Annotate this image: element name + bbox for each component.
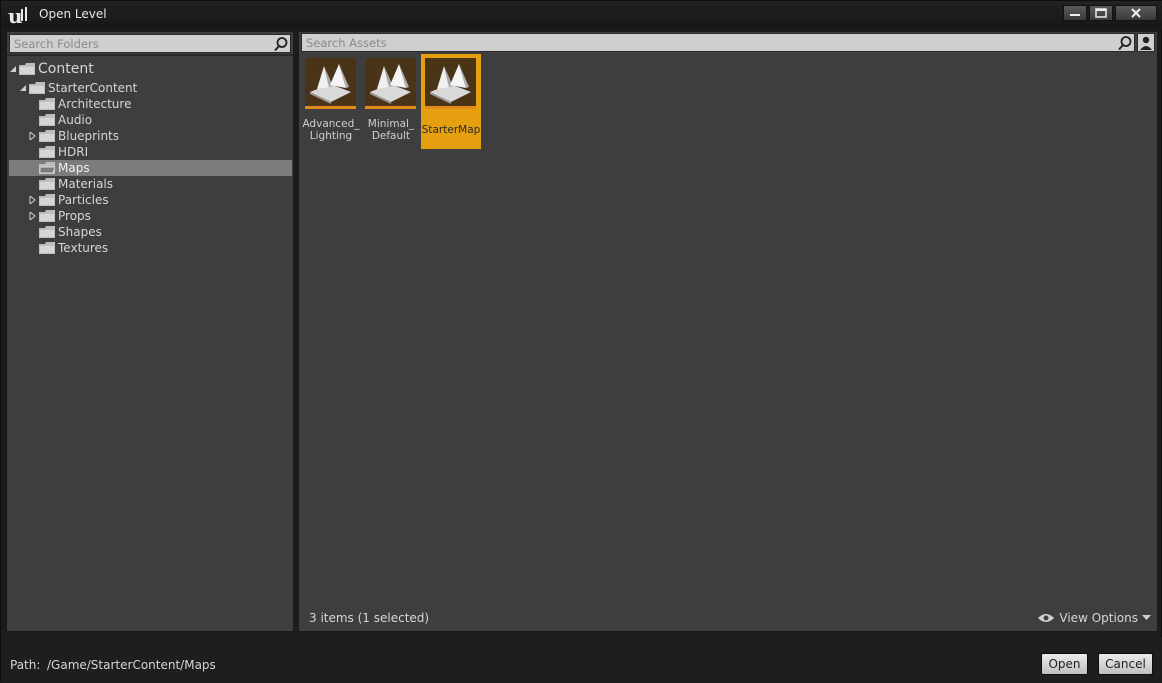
expanded-arrow-icon[interactable] [9, 65, 17, 73]
tree-item-audio[interactable]: Audio [7, 112, 293, 128]
level-map-icon [370, 64, 411, 104]
maximize-button[interactable] [1089, 5, 1113, 21]
tree-item-label: Audio [58, 113, 93, 127]
folder-search-input[interactable] [10, 35, 290, 52]
minimize-icon [1070, 14, 1080, 16]
user-icon [1140, 36, 1152, 50]
view-options-button[interactable]: View Options [1037, 611, 1151, 625]
search-icon[interactable] [273, 36, 289, 52]
asset-tile-minimal-default[interactable]: Minimal_ Default [361, 54, 421, 149]
open-folder-icon [39, 162, 55, 174]
folder-icon [39, 114, 55, 126]
tree-item-content[interactable]: Content [7, 60, 293, 78]
view-options-label: View Options [1059, 611, 1138, 625]
title-bar[interactable]: u Open Level [1, 1, 1162, 29]
folder-icon [19, 63, 35, 75]
folder-search-box[interactable] [9, 34, 291, 53]
level-thumbnail [305, 58, 356, 109]
folder-icon [29, 82, 45, 94]
tree-item-label: Particles [58, 193, 109, 207]
tree-item-startercontent[interactable]: StarterContent [7, 80, 293, 96]
collapsed-arrow-icon[interactable] [29, 196, 37, 204]
chevron-down-icon [1142, 615, 1151, 620]
tree-item-architecture[interactable]: Architecture [7, 96, 293, 112]
eye-icon [1038, 614, 1055, 622]
expanded-arrow-icon[interactable] [19, 84, 27, 92]
tree-item-label: Blueprints [58, 129, 120, 143]
asset-search-box[interactable] [301, 33, 1135, 52]
folder-icon [39, 210, 55, 222]
cancel-button[interactable]: Cancel [1098, 653, 1153, 675]
asset-label: Minimal_ Default [361, 118, 421, 142]
collapsed-arrow-icon[interactable] [29, 132, 37, 140]
folder-icon [39, 146, 55, 158]
tree-item-label: Textures [58, 241, 109, 255]
level-map-icon [310, 64, 351, 104]
tree-item-props[interactable]: Props [7, 208, 293, 224]
tree-item-label: Materials [58, 177, 114, 191]
unreal-logo-icon: u [8, 4, 27, 27]
tree-item-label: Maps [58, 161, 90, 175]
folder-panel: Content StarterContent Architecture Audi… [6, 31, 294, 632]
tree-item-blueprints[interactable]: Blueprints [7, 128, 293, 144]
tree-item-label: HDRI [58, 145, 89, 159]
tree-item-label: Props [58, 209, 91, 223]
user-filter-button[interactable] [1137, 33, 1155, 52]
level-thumbnail [425, 58, 476, 109]
tree-item-materials[interactable]: Materials [7, 176, 293, 192]
window-title: Open Level [39, 7, 107, 21]
folder-icon [39, 178, 55, 190]
open-button[interactable]: Open [1041, 653, 1088, 675]
close-button[interactable] [1115, 5, 1157, 21]
tree-item-hdri[interactable]: HDRI [7, 144, 293, 160]
asset-label-line2: Default [371, 130, 411, 142]
tree-item-shapes[interactable]: Shapes [7, 224, 293, 240]
dialog-footer: Path: /Game/StarterContent/Maps Open Can… [1, 637, 1162, 683]
open-level-dialog: u Open Level Search Folders Content Star… [0, 0, 1162, 683]
tree-item-label: StarterContent [48, 81, 138, 95]
minimize-button[interactable] [1063, 5, 1087, 21]
asset-tile-startermap[interactable]: StarterMap [421, 54, 481, 149]
asset-search-input[interactable] [302, 34, 1134, 51]
tree-item-textures[interactable]: Textures [7, 240, 293, 256]
asset-tile-advanced-lighting[interactable]: Advanced_ Lighting [301, 54, 361, 149]
path-value: /Game/StarterContent/Maps [47, 658, 216, 672]
folder-icon [39, 194, 55, 206]
folder-icon [39, 130, 55, 142]
level-thumbnail [365, 58, 416, 109]
maximize-icon [1095, 8, 1107, 18]
level-map-icon [430, 64, 471, 104]
asset-label: StarterMap [421, 124, 481, 136]
tree-item-particles[interactable]: Particles [7, 192, 293, 208]
folder-icon [39, 226, 55, 238]
close-icon [1131, 8, 1141, 18]
path-label: Path: [10, 658, 41, 672]
svg-text:u: u [8, 4, 23, 27]
tree-item-label: Shapes [58, 225, 102, 239]
folder-icon [39, 242, 55, 254]
asset-label-line2: Lighting [309, 130, 353, 142]
asset-label-line1: StarterMap [421, 124, 481, 136]
tree-item-label: Architecture [58, 97, 132, 111]
collapsed-arrow-icon[interactable] [29, 212, 37, 220]
folder-tree: Content StarterContent Architecture Audi… [7, 60, 293, 256]
search-icon[interactable] [1117, 35, 1133, 51]
asset-label: Advanced_ Lighting [301, 118, 361, 142]
folder-icon [39, 98, 55, 110]
tree-item-maps[interactable]: Maps [9, 160, 292, 176]
tree-item-label: Content [38, 61, 94, 77]
asset-label-line1: Minimal_ [367, 118, 415, 130]
asset-panel: Advanced_ Lighting Minimal_ Default [298, 31, 1158, 632]
item-count-status: 3 items (1 selected) [309, 611, 430, 625]
asset-label-line1: Advanced_ [302, 118, 360, 130]
